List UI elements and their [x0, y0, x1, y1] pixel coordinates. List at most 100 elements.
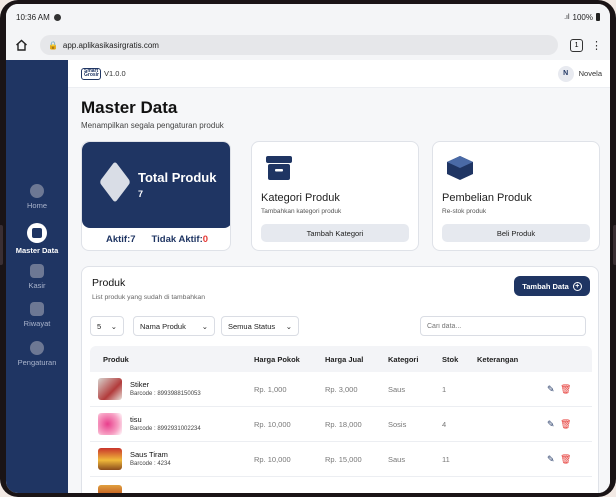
col-produk: Produk — [103, 355, 129, 364]
sort-select[interactable]: Nama Produk ⌄ — [133, 316, 215, 336]
tidak-aktif-value: 0 — [202, 234, 209, 245]
sidebar-item-label: Kasir — [28, 281, 46, 290]
plus-circle-icon: + — [572, 281, 582, 291]
status-summary: Aktif:7 Tidak Aktif:0 — [82, 234, 230, 245]
harga-jual-cell: Rp. 18,000 — [325, 420, 362, 429]
pembelian-title: Pembelian Produk — [442, 192, 532, 204]
edit-icon[interactable]: ✎ — [547, 419, 555, 430]
user-name: Novela — [578, 69, 602, 78]
table-header: Produk Harga Pokok Harga Jual Kategori S… — [90, 346, 592, 372]
product-thumbnail — [98, 485, 122, 493]
aktif-label: Aktif: — [105, 234, 131, 245]
harga-jual-cell: Rp. 3,000 — [325, 385, 358, 394]
total-produk-card: Total Produk 7 Aktif:7 Tidak Aktif:0 — [81, 141, 231, 251]
col-harga-jual: Harga Jual — [325, 355, 364, 364]
stok-cell: 11 — [442, 455, 450, 464]
app-version: V1.0.0 — [104, 69, 126, 78]
device-edge-left — [0, 225, 3, 265]
trash-icon[interactable]: 🗑 — [560, 384, 571, 395]
tambah-data-label: Tambah Data — [522, 281, 569, 291]
sidebar-item-label: Master Data — [15, 246, 59, 255]
kategori-cell: Sosis — [388, 420, 407, 429]
home-icon[interactable] — [14, 37, 30, 53]
total-produk-header: Total Produk 7 — [82, 142, 230, 228]
sidebar-item-label: Pengaturan — [17, 358, 57, 367]
signal-icon: .ıl — [564, 13, 570, 21]
page-subtitle: Menampilkan segala pengaturan produk — [81, 121, 224, 130]
edit-icon[interactable]: ✎ — [547, 384, 555, 395]
sidebar-item-riwayat[interactable]: Riwayat — [6, 302, 68, 328]
status-bar: 10:36 AM .ıl 100% — [6, 4, 610, 30]
kategori-cell: Saus — [388, 385, 406, 394]
col-kategori: Kategori — [388, 355, 419, 364]
sidebar-item-label: Riwayat — [23, 319, 51, 328]
status-select[interactable]: Semua Status ⌄ — [221, 316, 299, 336]
aktif-value: 7 — [130, 234, 136, 245]
product-barcode: Barcode : 4234 — [130, 461, 171, 467]
page-size-select[interactable]: 5 ⌄ — [90, 316, 124, 336]
product-name: Stiker — [130, 380, 150, 389]
trash-icon[interactable]: 🗑 — [560, 454, 571, 465]
tambah-kategori-button[interactable]: Tambah Kategori — [261, 224, 409, 242]
notification-icon — [53, 13, 61, 21]
logo-mark: Smart Grosir — [81, 67, 101, 80]
pembelian-subtitle: Re-stok produk — [442, 208, 487, 215]
harga-pokok-cell: Rp. 10,000 — [254, 420, 291, 429]
page-title: Master Data — [81, 98, 178, 117]
cube-icon — [447, 156, 473, 180]
tidak-aktif-label: Tidak Aktif: — [151, 234, 203, 245]
calculator-icon — [30, 264, 44, 278]
sidebar-item-pengaturan[interactable]: Pengaturan — [6, 341, 68, 367]
kategori-cell: Saus — [388, 455, 406, 464]
box-icon — [99, 161, 131, 203]
sidebar-item-label: Home — [26, 201, 47, 210]
kategori-produk-card: Kategori Produk Tambahkan kategori produ… — [251, 141, 419, 251]
stok-cell: 1 — [442, 385, 447, 394]
stok-cell: 4 — [442, 420, 447, 429]
product-barcode: Barcode : 8993988150053 — [130, 391, 201, 397]
chevron-down-icon: ⌄ — [201, 321, 208, 331]
table-row[interactable]: Stiker Barcode : 8993988150053 Rp. 1,000… — [90, 372, 592, 407]
tab-count: 1 — [574, 41, 579, 49]
col-harga-pokok: Harga Pokok — [254, 355, 300, 364]
chevron-down-icon: ⌄ — [285, 321, 292, 331]
battery-icon — [596, 13, 600, 21]
browser-toolbar: 🔒 app.aplikasikasirgratis.com 1 ⋮ — [6, 30, 610, 60]
sidebar: Home Master Data Kasir Riwayat Pengatura… — [6, 60, 68, 493]
sidebar-item-master-data[interactable]: Master Data — [6, 223, 68, 255]
app-header: Smart Grosir V1.0.0 N Novela — [68, 60, 610, 88]
kategori-title: Kategori Produk — [261, 192, 340, 204]
status-value: Semua Status — [228, 321, 276, 331]
total-produk-label: Total Produk — [138, 170, 217, 185]
url-text: app.aplikasikasirgratis.com — [62, 40, 159, 50]
edit-icon[interactable]: ✎ — [547, 454, 555, 465]
sort-value: Nama Produk — [140, 321, 186, 331]
tambah-data-button[interactable]: Tambah Data + — [514, 276, 590, 296]
clock: 10:36 AM — [16, 12, 50, 22]
table-row[interactable]: tisu Barcode : 8992931002234 Rp. 10,000 … — [90, 407, 592, 442]
history-icon — [30, 302, 44, 316]
screen: 10:36 AM .ıl 100% 🔒 app.aplikasikasirgra… — [6, 4, 610, 493]
browser-menu-icon[interactable]: ⋮ — [591, 39, 602, 52]
main-content: Smart Grosir V1.0.0 N Novela Master Data … — [68, 60, 610, 493]
col-keterangan: Keterangan — [477, 355, 519, 364]
address-bar[interactable]: 🔒 app.aplikasikasirgratis.com — [39, 35, 559, 55]
app-logo[interactable]: Smart Grosir V1.0.0 — [81, 67, 126, 80]
avatar: N — [557, 65, 574, 82]
col-stok: Stok — [442, 355, 459, 364]
tab-switcher-button[interactable]: 1 — [570, 38, 583, 52]
user-menu[interactable]: N Novela — [557, 65, 602, 82]
box-icon — [27, 223, 47, 243]
sidebar-item-home[interactable]: Home — [6, 184, 68, 210]
produk-panel: Produk List produk yang sudah di tambahk… — [81, 266, 599, 493]
sidebar-item-kasir[interactable]: Kasir — [6, 264, 68, 290]
trash-icon[interactable]: 🗑 — [560, 419, 571, 430]
search-input[interactable] — [420, 316, 586, 336]
panel-title: Produk — [92, 277, 126, 289]
product-thumbnail — [98, 448, 122, 470]
table-row[interactable]: Saus Tiram Barcode : 4234 Rp. 10,000 Rp.… — [90, 442, 592, 477]
panel-subtitle: List produk yang sudah di tambahkan — [92, 294, 205, 301]
table-row-partial[interactable] — [90, 477, 592, 493]
product-name: tisu — [130, 415, 142, 424]
beli-produk-button[interactable]: Beli Produk — [442, 224, 590, 242]
